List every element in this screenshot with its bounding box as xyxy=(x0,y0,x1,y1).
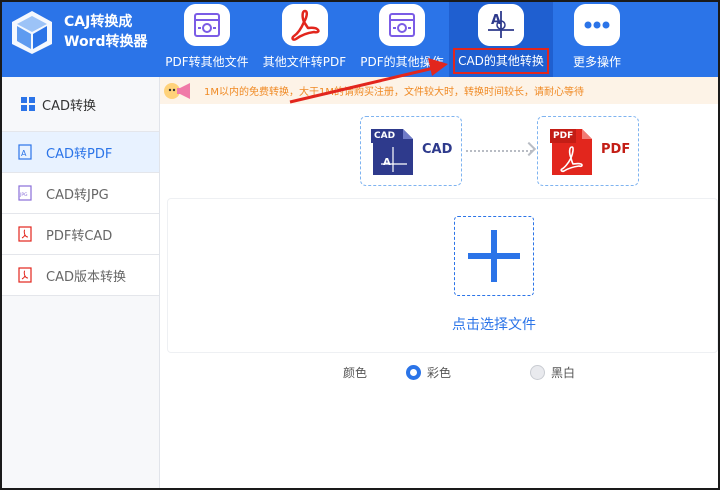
radio-black-white-label[interactable]: 黑白 xyxy=(551,364,575,381)
top-toolbar: CAJ转换成 Word转换器 PDF转其他文件 其他文件转PDF PDF的其他操… xyxy=(2,2,718,77)
acrobat-icon xyxy=(281,4,328,46)
nav-other-to-pdf[interactable]: 其他文件转PDF xyxy=(257,2,352,77)
app-logo-icon xyxy=(12,11,52,54)
nav-label: 更多操作 xyxy=(572,55,621,69)
sidebar-header: CAD转换 xyxy=(2,77,159,132)
nav-label: CAD的其他转换 xyxy=(453,48,549,74)
sidebar-item-cad-to-pdf[interactable]: A CAD转PDF xyxy=(2,132,159,173)
color-option-label: 颜色 xyxy=(343,366,368,380)
flow-source-label: CAD xyxy=(422,142,453,157)
app-window: CAJ转换成 Word转换器 PDF转其他文件 其他文件转PDF PDF的其他操… xyxy=(0,0,720,490)
cad-icon: A xyxy=(478,4,524,46)
sidebar-item-cad-to-jpg[interactable]: JPG CAD转JPG xyxy=(2,173,159,214)
flow-target-badge: PDF xyxy=(553,131,574,141)
sidebar-item-pdf-to-cad[interactable]: PDF转CAD xyxy=(2,214,159,255)
select-file-link[interactable]: 点击选择文件 xyxy=(422,314,566,334)
radio-color-label[interactable]: 彩色 xyxy=(427,364,451,381)
flow-source-badge: CAD xyxy=(374,131,396,141)
pdf-settings-icon xyxy=(379,4,425,46)
pdf-settings-icon xyxy=(184,4,230,46)
nav-pdf-other-ops[interactable]: PDF的其他操作 xyxy=(354,2,450,77)
sidebar-item-label: CAD转JPG xyxy=(46,187,109,203)
app-title-line2: Word转换器 xyxy=(64,34,148,50)
sidebar-item-label: CAD版本转换 xyxy=(46,269,126,285)
notice-bar: 1M以内的免费转换，大于1M的请购买注册，文件较大时，转换时间较长，请耐心等待 xyxy=(160,77,718,104)
app-title-line1: CAJ转换成 xyxy=(64,14,133,30)
app-title: CAJ转换成 Word转换器 xyxy=(64,12,148,52)
flow-arrow-head xyxy=(521,141,537,157)
add-file-button[interactable] xyxy=(454,216,534,296)
jpg-file-icon: JPG xyxy=(18,185,32,201)
svg-text:A: A xyxy=(383,157,391,168)
flow-target-label: PDF xyxy=(601,142,631,157)
radio-black-white[interactable] xyxy=(530,365,545,380)
more-dots-icon xyxy=(574,4,620,46)
plus-icon xyxy=(468,230,520,282)
svg-text:A: A xyxy=(21,149,27,158)
sidebar: CAD转换 A CAD转PDF JPG CAD转JPG PDF转CAD CAD版… xyxy=(2,77,160,488)
nav-label: PDF的其他操作 xyxy=(360,55,444,69)
nav-label: PDF转其他文件 xyxy=(165,55,249,69)
flow-source-card: A CAD CAD xyxy=(360,116,462,186)
sidebar-item-cad-version-convert[interactable]: CAD版本转换 xyxy=(2,255,159,296)
pdf-file-icon xyxy=(18,226,32,242)
flow-target-card: PDF PDF xyxy=(537,116,639,186)
sidebar-item-label: PDF转CAD xyxy=(46,228,113,244)
radio-color[interactable] xyxy=(406,365,421,380)
grid-icon xyxy=(21,97,35,111)
nav-cad-other-convert[interactable]: A CAD的其他转换 xyxy=(449,2,553,77)
nav-more-ops[interactable]: 更多操作 xyxy=(555,2,639,77)
nav-pdf-to-other[interactable]: PDF转其他文件 xyxy=(162,2,252,77)
flow-arrow xyxy=(466,150,532,152)
sidebar-header-label: CAD转换 xyxy=(42,98,96,114)
cad-file-icon: A xyxy=(18,144,32,160)
svg-text:JPG: JPG xyxy=(19,192,28,198)
megaphone-mascot-icon xyxy=(164,82,190,99)
pdf-file-icon xyxy=(18,267,32,283)
notice-text: 1M以内的免费转换，大于1M的请购买注册，文件较大时，转换时间较长，请耐心等待 xyxy=(204,87,584,98)
sidebar-item-label: CAD转PDF xyxy=(46,146,113,162)
nav-label: 其他文件转PDF xyxy=(262,55,347,69)
